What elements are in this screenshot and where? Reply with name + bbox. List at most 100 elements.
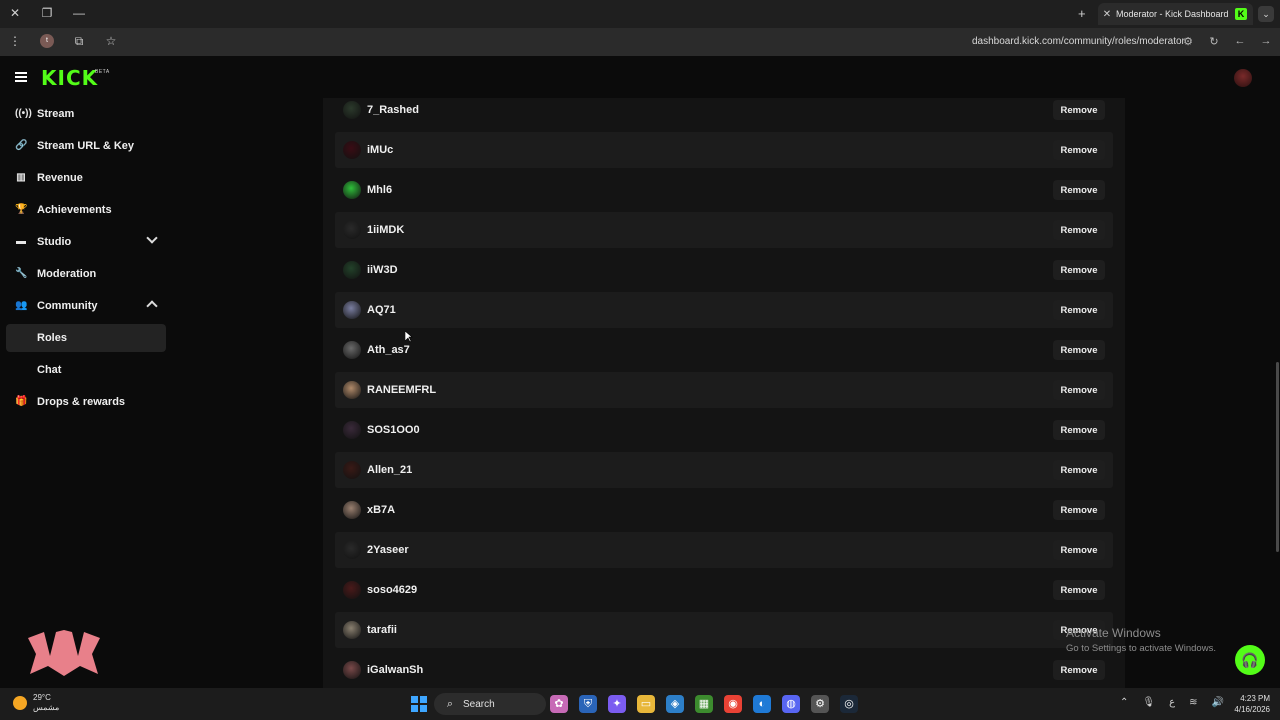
taskbar-clock[interactable]: 4:23 PM 4/16/2026 <box>1228 693 1270 715</box>
moderator-username[interactable]: Ath_as7 <box>367 344 1053 356</box>
sun-icon <box>13 696 27 710</box>
browser-tab[interactable]: ✕ Moderator - Kick Dashboard K <box>1098 3 1253 25</box>
wifi-icon[interactable]: ≋ <box>1189 697 1197 708</box>
moderator-row: iGalwanSh Remove <box>335 652 1113 688</box>
user-avatar[interactable] <box>1234 69 1252 87</box>
remove-moderator-button[interactable]: Remove <box>1053 540 1105 560</box>
moderator-username[interactable]: 7_Rashed <box>367 104 1053 116</box>
moderator-username[interactable]: iiW3D <box>367 264 1053 276</box>
moderator-username[interactable]: Mhl6 <box>367 184 1053 196</box>
moderator-avatar[interactable] <box>343 261 361 279</box>
moderator-avatar[interactable] <box>343 101 361 119</box>
file-explorer-icon[interactable]: ▭ <box>637 695 655 713</box>
moderator-row: 2Yaseer Remove <box>335 532 1113 568</box>
shield-app-icon[interactable]: ⛨ <box>579 695 597 713</box>
sidebar-item-achievements[interactable]: 🏆 Achievements <box>6 196 166 224</box>
remove-moderator-button[interactable]: Remove <box>1053 380 1105 400</box>
tab-search-button[interactable]: ⌄ <box>1258 6 1274 22</box>
moderator-username[interactable]: soso4629 <box>367 584 1053 596</box>
extensions-icon[interactable]: ⧉ <box>72 34 86 48</box>
support-chat-button[interactable]: 🎧 <box>1235 645 1265 675</box>
moderator-username[interactable]: Allen_21 <box>367 464 1053 476</box>
remove-moderator-button[interactable]: Remove <box>1053 340 1105 360</box>
new-tab-button[interactable]: + <box>1078 6 1086 21</box>
weather-widget[interactable]: 29°C مشمس <box>13 693 59 713</box>
moderator-avatar[interactable] <box>343 381 361 399</box>
moderator-avatar[interactable] <box>343 421 361 439</box>
discord-icon[interactable]: ◍ <box>782 695 800 713</box>
profile-avatar[interactable]: t <box>40 34 54 48</box>
language-indicator[interactable]: ع <box>1169 697 1175 708</box>
chrome-icon[interactable]: ◉ <box>724 695 742 713</box>
sidebar-item-studio[interactable]: ▬ Studio <box>6 228 166 256</box>
moderator-avatar[interactable] <box>343 341 361 359</box>
site-settings-icon[interactable]: ⚙ <box>1182 35 1194 48</box>
remove-moderator-button[interactable]: Remove <box>1053 300 1105 320</box>
moderator-avatar[interactable] <box>343 301 361 319</box>
sidebar-item-label: Stream <box>37 108 75 120</box>
remove-moderator-button[interactable]: Remove <box>1053 420 1105 440</box>
sidebar-item-revenue[interactable]: ▥ Revenue <box>6 164 166 192</box>
moderator-avatar[interactable] <box>343 141 361 159</box>
remove-moderator-button[interactable]: Remove <box>1053 100 1105 120</box>
sidebar-item-moderation[interactable]: 🔧 Moderation <box>6 260 166 288</box>
moderator-username[interactable]: RANEEMFRL <box>367 384 1053 396</box>
sidebar-item-drops-rewards[interactable]: 🎁 Drops & rewards <box>6 388 166 416</box>
remove-moderator-button[interactable]: Remove <box>1053 180 1105 200</box>
moderator-avatar[interactable] <box>343 181 361 199</box>
remove-moderator-button[interactable]: Remove <box>1053 580 1105 600</box>
reload-icon[interactable]: ↻ <box>1208 35 1220 48</box>
copilot-app-icon[interactable]: ✦ <box>608 695 626 713</box>
moderator-avatar[interactable] <box>343 581 361 599</box>
remove-moderator-button[interactable]: Remove <box>1053 260 1105 280</box>
moderator-username[interactable]: SOS1OO0 <box>367 424 1053 436</box>
moderator-username[interactable]: xB7A <box>367 504 1053 516</box>
moderator-avatar[interactable] <box>343 461 361 479</box>
settings-app-icon[interactable]: ⚙ <box>811 695 829 713</box>
chart-icon: ▥ <box>16 172 26 183</box>
volume-icon[interactable]: 🔊 <box>1211 697 1223 708</box>
edge-icon[interactable]: ◐ <box>753 695 771 713</box>
moderator-username[interactable]: AQ71 <box>367 304 1053 316</box>
remove-moderator-button[interactable]: Remove <box>1053 660 1105 680</box>
sidebar-item-roles[interactable]: Roles <box>6 324 166 352</box>
app-icon[interactable]: ◈ <box>666 695 684 713</box>
hamburger-menu-icon[interactable] <box>15 72 27 82</box>
moderator-username[interactable]: 1iiMDK <box>367 224 1053 236</box>
bookmark-star-icon[interactable]: ☆ <box>104 34 118 48</box>
back-icon[interactable]: ← <box>1234 35 1246 48</box>
moderator-username[interactable]: iMUc <box>367 144 1053 156</box>
remove-moderator-button[interactable]: Remove <box>1053 140 1105 160</box>
moderator-username[interactable]: iGalwanSh <box>367 664 1053 676</box>
tray-chevron-up-icon[interactable]: ⌃ <box>1120 697 1128 708</box>
sidebar-item-community[interactable]: 👥 Community <box>6 292 166 320</box>
microphone-icon[interactable]: 🎙 <box>1142 697 1155 708</box>
restore-window-icon[interactable]: ❐ <box>40 6 54 20</box>
close-tab-icon[interactable]: ✕ <box>1098 9 1116 20</box>
moderator-username[interactable]: 2Yaseer <box>367 544 1053 556</box>
sidebar-item-stream[interactable]: ((•)) Stream <box>6 100 166 128</box>
moderator-username[interactable]: tarafii <box>367 624 1053 636</box>
remove-moderator-button[interactable]: Remove <box>1053 500 1105 520</box>
kick-logo[interactable]: KICK <box>41 66 98 90</box>
sidebar-item-stream-url-key[interactable]: 🔗 Stream URL & Key <box>6 132 166 160</box>
remove-moderator-button[interactable]: Remove <box>1053 220 1105 240</box>
forward-icon[interactable]: → <box>1260 35 1272 48</box>
sidebar-item-chat[interactable]: Chat <box>6 356 166 384</box>
moderator-avatar[interactable] <box>343 621 361 639</box>
remove-moderator-button[interactable]: Remove <box>1053 460 1105 480</box>
url-field[interactable]: dashboard.kick.com/community/roles/moder… <box>972 36 1185 47</box>
moderator-avatar[interactable] <box>343 661 361 679</box>
minecraft-icon[interactable]: ▦ <box>695 695 713 713</box>
minimize-window-icon[interactable]: — <box>72 6 86 20</box>
widgets-app-icon[interactable]: ✿ <box>550 695 568 713</box>
moderator-avatar[interactable] <box>343 541 361 559</box>
steam-icon[interactable]: ◎ <box>840 695 858 713</box>
moderator-avatar[interactable] <box>343 501 361 519</box>
page-scrollbar[interactable] <box>1276 362 1279 552</box>
taskbar-search[interactable]: ⌕ Search <box>434 693 546 715</box>
windows-start-icon[interactable] <box>411 696 427 712</box>
moderator-avatar[interactable] <box>343 221 361 239</box>
menu-dots-icon[interactable]: ⋮ <box>8 34 22 48</box>
close-window-icon[interactable]: ✕ <box>8 6 22 20</box>
